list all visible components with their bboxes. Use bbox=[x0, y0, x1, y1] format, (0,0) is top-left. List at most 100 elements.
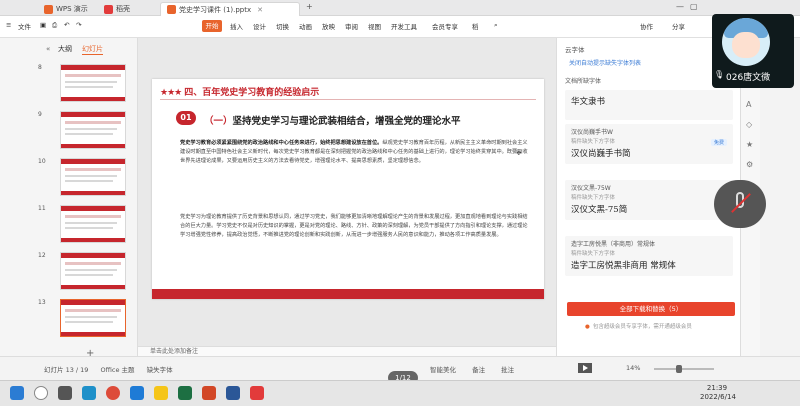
slide-title: （一）坚持党史学习与理论武装相结合，增强全党的理论水平 bbox=[204, 113, 461, 127]
zoom-slider[interactable] bbox=[654, 368, 714, 370]
animation-tool-icon[interactable]: ★ bbox=[746, 140, 753, 149]
menu-file[interactable]: 文件 bbox=[18, 21, 31, 31]
play-icon[interactable] bbox=[578, 363, 592, 373]
search-icon[interactable]: ⌕ bbox=[494, 21, 498, 30]
daoke-logo-icon bbox=[104, 4, 113, 14]
browser-icon[interactable] bbox=[130, 386, 144, 400]
undo-icon[interactable]: ↶ bbox=[64, 21, 69, 29]
thumb-preview bbox=[60, 64, 126, 102]
zoom-level: 14% bbox=[626, 364, 641, 372]
font-card-2[interactable]: 汉仪尚巍手书W 稿件缺失下方字体 汉仪尚巍手书简 免费 bbox=[565, 124, 733, 164]
tab-wps-home[interactable]: WPS 演示 bbox=[38, 2, 94, 16]
panel-title: 云字体 bbox=[565, 46, 585, 54]
download-all-button[interactable]: 全部下载和替换（5） bbox=[567, 302, 735, 316]
thumb-slide-13[interactable]: 13 bbox=[38, 299, 128, 337]
missing-font-indicator[interactable]: 缺失字体 bbox=[147, 366, 173, 374]
thumb-slide-10[interactable]: 10 bbox=[38, 158, 128, 196]
menu-share[interactable]: 分享 bbox=[672, 21, 685, 31]
settings-tool-icon[interactable]: ⚙ bbox=[746, 160, 753, 169]
excel-icon[interactable] bbox=[178, 386, 192, 400]
new-tab-icon[interactable]: + bbox=[306, 2, 313, 11]
menu-view[interactable]: 视图 bbox=[368, 21, 381, 31]
comment-toggle[interactable]: 批注 bbox=[501, 366, 514, 374]
print-icon[interactable]: ⎙ bbox=[52, 21, 57, 30]
font-card-3[interactable]: 汉仪文黑-75W 稿件缺失下方字体 汉仪文黑-75简 bbox=[565, 180, 733, 220]
menu-transition[interactable]: 切换 bbox=[276, 21, 289, 31]
mouse-cursor-icon: ⌖ bbox=[516, 148, 522, 159]
font-card-4[interactable]: 造字工房悦黑（非商用）常规体 稿件缺失下方字体 造字工房悦黑非商用 常规体 bbox=[565, 236, 733, 276]
thumb-preview bbox=[60, 111, 126, 149]
title-prefix: （一） bbox=[204, 116, 233, 127]
notes-area[interactable]: 单击此处添加备注 bbox=[138, 346, 556, 356]
zoom-slider-handle[interactable] bbox=[676, 365, 682, 373]
system-clock[interactable]: 21:39 2022/6/14 bbox=[700, 384, 736, 402]
menu-insert[interactable]: 插入 bbox=[230, 21, 243, 31]
vip-note[interactable]: 包含超级会员专享字体，需开通超级会员 bbox=[585, 322, 692, 330]
mic-icon: 🎙 bbox=[714, 70, 725, 79]
chrome-icon[interactable] bbox=[106, 386, 120, 400]
slide-counter: 幻灯片 13 / 19 bbox=[44, 366, 89, 374]
qq-icon[interactable] bbox=[154, 386, 168, 400]
thumb-number: 9 bbox=[38, 111, 42, 118]
font-sub: 稿件缺失下方字体 bbox=[571, 251, 616, 257]
menu-start[interactable]: 开始 bbox=[202, 20, 222, 32]
menu-animation[interactable]: 动画 bbox=[299, 21, 312, 31]
font-sample: 汉仪尚巍手书简 bbox=[571, 149, 631, 159]
menu-slideshow[interactable]: 放映 bbox=[322, 21, 335, 31]
status-bar: 幻灯片 13 / 19 Office 主题 缺失字体 1/12 智能美化 备注 … bbox=[0, 356, 800, 385]
save-icon[interactable]: ▣ bbox=[40, 21, 46, 29]
wps-taskbar-icon[interactable] bbox=[202, 386, 216, 400]
menu-collab[interactable]: 协作 bbox=[640, 21, 653, 31]
tab-daoke[interactable]: 稻壳 bbox=[98, 2, 136, 16]
start-icon[interactable] bbox=[10, 386, 24, 400]
ribbon-menu: ≡ 文件 ▣ ⎙ ↶ ↷ 开始 插入 设计 切换 动画 放映 审阅 视图 开发工… bbox=[0, 16, 800, 38]
clock-date: 2022/6/14 bbox=[700, 393, 736, 401]
menu-design[interactable]: 设计 bbox=[253, 21, 266, 31]
slide-paragraph-1: 党史学习教育必须紧紧围绕党的政治路线和中心任务来进行，始终把思想建设放在首位。纵… bbox=[180, 139, 532, 166]
tab-outline[interactable]: 大纲 bbox=[58, 44, 72, 55]
title-tab-bar: WPS 演示 稻壳 党史学习课件 (1).pptx ✕ + — ▢ bbox=[0, 0, 800, 16]
thumb-number: 13 bbox=[38, 299, 46, 306]
minimize-icon[interactable]: — bbox=[676, 2, 684, 11]
thumb-slide-12[interactable]: 12 bbox=[38, 252, 128, 290]
shape-tool-icon[interactable]: ◇ bbox=[746, 120, 752, 129]
maximize-icon[interactable]: ▢ bbox=[690, 2, 698, 11]
menu-vip[interactable]: 会员专享 bbox=[432, 21, 458, 31]
os-taskbar: 21:39 2022/6/14 bbox=[0, 380, 800, 406]
slide-canvas: ★★★ 四、百年党史学习教育的经验启示 01 （一）坚持党史学习与理论武装相结合，… bbox=[138, 38, 556, 356]
collapse-panel-icon[interactable]: « bbox=[46, 45, 50, 53]
font-sample: 华文隶书 bbox=[571, 97, 606, 107]
thumb-slide-8[interactable]: 8 bbox=[38, 64, 128, 102]
close-tab-icon[interactable]: ✕ bbox=[257, 6, 263, 14]
app-icon[interactable] bbox=[250, 386, 264, 400]
redo-icon[interactable]: ↷ bbox=[76, 21, 81, 29]
slide-paragraph-2: 党史学习为理论教育提供了历史背景和思想认同，通过学习党史，我们能够更加清晰地理解… bbox=[180, 214, 528, 238]
hamburger-icon[interactable]: ≡ bbox=[6, 21, 11, 29]
search-icon[interactable] bbox=[34, 386, 48, 400]
thumb-slide-9[interactable]: 9 bbox=[38, 111, 128, 149]
font-sub: 稿件缺失下方字体 bbox=[571, 139, 616, 145]
menu-review[interactable]: 审阅 bbox=[345, 21, 358, 31]
thumb-preview bbox=[60, 205, 126, 243]
tab-slides[interactable]: 幻灯片 bbox=[82, 44, 103, 55]
font-tool-icon[interactable]: A bbox=[746, 100, 751, 109]
menu-daoke[interactable]: 稻 bbox=[472, 21, 479, 31]
wps-window: WPS 演示 稻壳 党史学习课件 (1).pptx ✕ + — ▢ ≡ 文件 ▣… bbox=[0, 0, 800, 406]
task-view-icon[interactable] bbox=[58, 386, 72, 400]
menu-dev-tools[interactable]: 开发工具 bbox=[391, 21, 417, 31]
header-divider bbox=[160, 99, 536, 100]
thumb-slide-11[interactable]: 11 bbox=[38, 205, 128, 243]
app-icon[interactable] bbox=[226, 386, 240, 400]
edge-icon[interactable] bbox=[82, 386, 96, 400]
slide-thumbnail-panel: « 大纲 幻灯片 8 9 10 11 12 13 + bbox=[0, 38, 138, 359]
paragraph-lead: 党史学习教育必须紧紧围绕党的政治路线和中心任务来进行，始终把思想建设放在首位。 bbox=[180, 140, 383, 146]
smart-beautify-button[interactable]: 智能美化 bbox=[430, 366, 456, 374]
notes-toggle[interactable]: 备注 bbox=[472, 366, 485, 374]
disable-prompt-link[interactable]: 关闭自动提示缺失字体列表 bbox=[569, 58, 641, 67]
font-card-1[interactable]: 华文隶书 bbox=[565, 90, 733, 120]
mic-muted-button[interactable] bbox=[714, 180, 766, 228]
current-slide[interactable]: ★★★ 四、百年党史学习教育的经验启示 01 （一）坚持党史学习与理论武装相结合，… bbox=[152, 79, 544, 299]
tab-document[interactable]: 党史学习课件 (1).pptx ✕ bbox=[160, 2, 300, 16]
slide-footer-band bbox=[152, 289, 544, 299]
pptx-file-icon bbox=[167, 5, 176, 14]
